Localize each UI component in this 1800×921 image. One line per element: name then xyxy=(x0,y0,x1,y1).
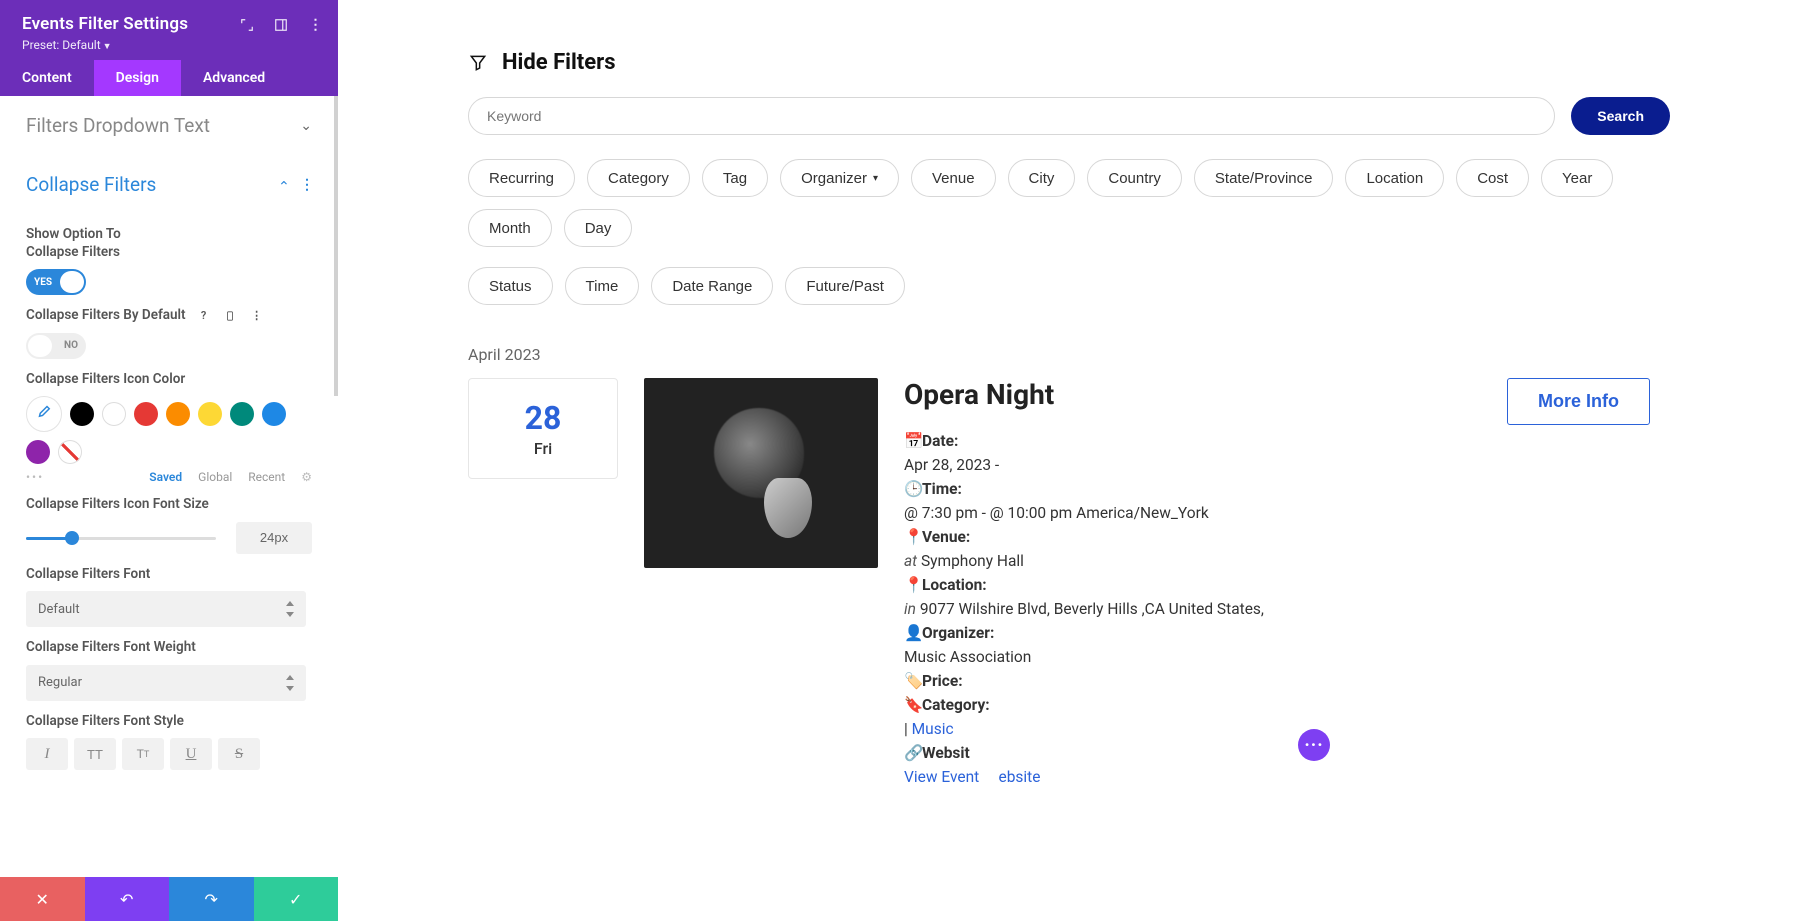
filter-pill-cost[interactable]: Cost xyxy=(1456,159,1529,197)
help-icon[interactable]: ? xyxy=(196,308,212,324)
website-link[interactable]: View Event xyxy=(904,768,979,786)
show-option-toggle[interactable]: YES xyxy=(26,269,86,295)
hide-filters-toggle[interactable]: Hide Filters xyxy=(468,50,1670,75)
filter-icon xyxy=(468,53,488,73)
month-label: April 2023 xyxy=(468,345,1670,364)
swatch-purple[interactable] xyxy=(26,440,50,464)
filter-pill-organizer[interactable]: Organizer▾ xyxy=(780,159,899,197)
swatch-white[interactable] xyxy=(102,402,126,426)
weight-select[interactable]: Regular xyxy=(26,665,306,701)
save-button[interactable]: ✓ xyxy=(254,877,339,921)
filter-pill-day[interactable]: Day xyxy=(564,209,633,247)
filter-pill-tag[interactable]: Tag xyxy=(702,159,768,197)
cancel-button[interactable]: ✕ xyxy=(0,877,85,921)
by-default-toggle[interactable]: NO xyxy=(26,333,86,359)
style-uppercase-button[interactable]: TT xyxy=(74,738,116,770)
filter-pill-year[interactable]: Year xyxy=(1541,159,1613,197)
filter-pill-city[interactable]: City xyxy=(1008,159,1076,197)
field-options-icon[interactable]: ⋮ xyxy=(248,308,264,324)
pin-icon: 📍 xyxy=(904,573,920,597)
event-organizer-value: Music Association xyxy=(904,645,1670,669)
style-label: Collapse Filters Font Style xyxy=(26,713,312,731)
section-dropdown-text[interactable]: Filters Dropdown Text ⌄ xyxy=(0,96,338,155)
swatch-red[interactable] xyxy=(134,402,158,426)
filter-pill-time[interactable]: Time xyxy=(565,267,640,305)
filter-pill-date-range[interactable]: Date Range xyxy=(651,267,773,305)
event-day-number: 28 xyxy=(469,399,617,437)
event-image xyxy=(644,378,878,568)
calendar-icon: 📅 xyxy=(904,429,920,453)
weight-label: Collapse Filters Font Weight xyxy=(26,639,312,657)
style-strikethrough-button[interactable]: S xyxy=(218,738,260,770)
section-collapse-filters[interactable]: Collapse Filters ⌄ ⋮ xyxy=(0,155,338,214)
user-icon: 👤 xyxy=(904,621,920,645)
floating-action-button[interactable]: ··· xyxy=(1298,729,1330,761)
palette-settings-icon[interactable]: ⚙ xyxy=(301,470,312,484)
show-option-label: Show Option To Collapse Filters xyxy=(26,226,176,261)
icon-color-label: Collapse Filters Icon Color xyxy=(26,371,312,389)
panel-icon[interactable] xyxy=(272,16,290,34)
event-date-value: Apr 28, 2023 - xyxy=(904,453,1670,477)
event-location-value: in 9077 Wilshire Blvd, Beverly Hills ,CA… xyxy=(904,597,1670,621)
style-smallcaps-button[interactable]: TT xyxy=(122,738,164,770)
filter-pill-country[interactable]: Country xyxy=(1087,159,1182,197)
filter-pill-location[interactable]: Location xyxy=(1345,159,1444,197)
filter-pill-state-province[interactable]: State/Province xyxy=(1194,159,1334,197)
event-day-of-week: Fri xyxy=(469,439,617,458)
swatch-black[interactable] xyxy=(70,402,94,426)
category-link[interactable]: Music xyxy=(912,720,954,738)
tab-advanced[interactable]: Advanced xyxy=(181,60,287,96)
icon-size-label: Collapse Filters Icon Font Size xyxy=(26,496,312,514)
swatch-teal[interactable] xyxy=(230,402,254,426)
palette-recent[interactable]: Recent xyxy=(248,470,285,484)
pin-icon: 📍 xyxy=(904,525,920,549)
filter-pill-venue[interactable]: Venue xyxy=(911,159,996,197)
undo-button[interactable]: ↶ xyxy=(85,877,170,921)
event-time-value: @ 7:30 pm - @ 10:00 pm America/New_York xyxy=(904,501,1670,525)
tag-icon: 🏷️ xyxy=(904,669,920,693)
mobile-icon[interactable] xyxy=(222,308,238,324)
palette-saved[interactable]: Saved xyxy=(149,470,182,484)
keyword-input[interactable] xyxy=(468,97,1555,135)
link-icon: 🔗 xyxy=(904,741,920,765)
clock-icon: 🕒 xyxy=(904,477,920,501)
swatch-none[interactable] xyxy=(58,440,82,464)
chevron-down-icon: ⌄ xyxy=(300,118,312,134)
swatch-orange[interactable] xyxy=(166,402,190,426)
font-select[interactable]: Default xyxy=(26,591,306,627)
style-underline-button[interactable]: U xyxy=(170,738,212,770)
icon-size-slider[interactable] xyxy=(26,528,216,548)
expand-icon[interactable] xyxy=(238,16,256,34)
swatch-blue[interactable] xyxy=(262,402,286,426)
filter-pill-status[interactable]: Status xyxy=(468,267,553,305)
font-label: Collapse Filters Font xyxy=(26,566,312,584)
swatch-yellow[interactable] xyxy=(198,402,222,426)
more-icon[interactable]: ⋮ xyxy=(306,16,324,34)
tab-design[interactable]: Design xyxy=(94,60,181,96)
chevron-up-icon: ⌄ xyxy=(278,177,290,193)
eyedropper-button[interactable] xyxy=(26,396,62,432)
event-date-card: 28 Fri xyxy=(468,378,618,479)
filter-pill-category[interactable]: Category xyxy=(587,159,690,197)
preset-selector[interactable]: Preset: Default▼ xyxy=(22,38,316,52)
palette-more-icon[interactable]: ••• xyxy=(26,470,44,484)
more-info-button[interactable]: More Info xyxy=(1507,378,1650,425)
style-italic-button[interactable]: I xyxy=(26,738,68,770)
search-button[interactable]: Search xyxy=(1571,97,1670,135)
event-category-value: | Music xyxy=(904,717,1670,741)
event-website-value: View Event ebsite xyxy=(904,765,1670,789)
filter-pill-recurring[interactable]: Recurring xyxy=(468,159,575,197)
section-options-icon[interactable]: ⋮ xyxy=(300,177,312,193)
bookmark-icon: 🔖 xyxy=(904,693,920,717)
by-default-label: Collapse Filters By Default ? ⋮ xyxy=(26,307,312,325)
icon-size-value[interactable] xyxy=(236,522,312,554)
filter-pill-future-past[interactable]: Future/Past xyxy=(785,267,905,305)
filter-pill-month[interactable]: Month xyxy=(468,209,552,247)
redo-button[interactable]: ↷ xyxy=(169,877,254,921)
palette-global[interactable]: Global xyxy=(198,470,232,484)
event-venue-value: at Symphony Hall xyxy=(904,549,1670,573)
tab-content[interactable]: Content xyxy=(0,60,94,96)
